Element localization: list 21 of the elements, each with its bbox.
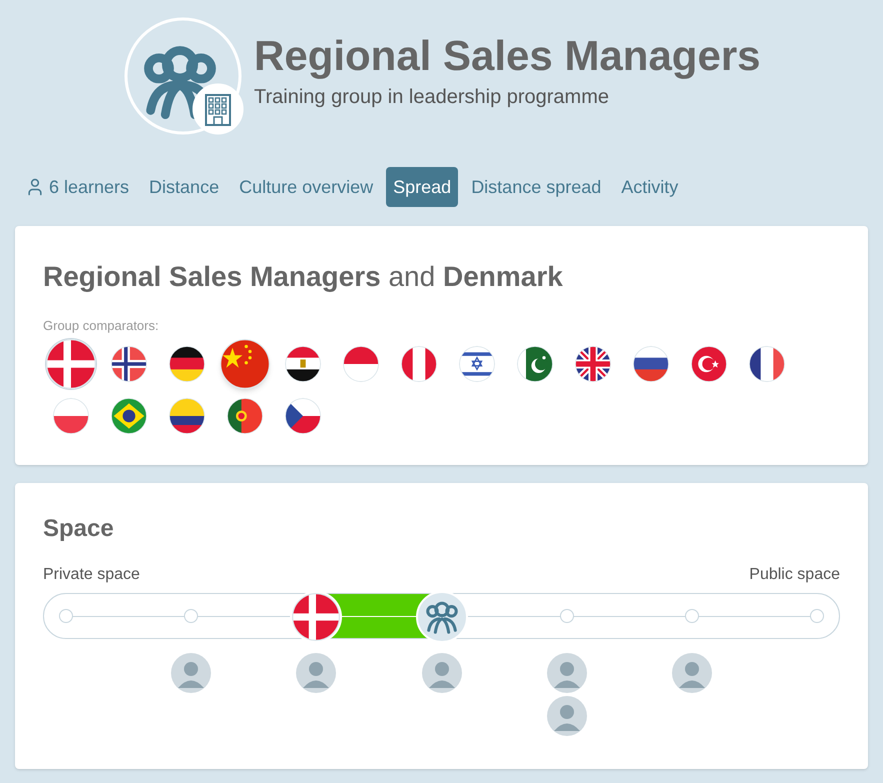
space-title: Space xyxy=(43,514,115,544)
comparison-title: Regional Sales Managers and Denmark xyxy=(43,260,564,294)
group-subtitle: Training group in leadership programme xyxy=(254,85,610,110)
group-title: Regional Sales Managers xyxy=(254,30,761,81)
tab[interactable]: Distance spread xyxy=(464,167,608,207)
tab[interactable]: 6 learners xyxy=(18,167,136,207)
avatar[interactable] xyxy=(296,653,336,693)
private-space-label: Private space xyxy=(43,565,140,585)
building-icon xyxy=(192,83,244,135)
tab[interactable]: Activity xyxy=(614,167,686,207)
tab[interactable]: Culture overview xyxy=(232,167,380,207)
avatar[interactable] xyxy=(672,653,712,693)
avatar[interactable] xyxy=(170,653,211,693)
avatar[interactable] xyxy=(547,653,588,693)
tab[interactable]: Distance xyxy=(142,167,226,207)
comparators-label: Group comparators: xyxy=(43,317,160,335)
avatar[interactable] xyxy=(547,696,588,736)
avatar[interactable] xyxy=(422,653,462,693)
flag-icon[interactable] xyxy=(575,346,611,382)
tab[interactable]: Spread xyxy=(386,167,458,207)
public-space-label: Public space xyxy=(749,565,840,585)
